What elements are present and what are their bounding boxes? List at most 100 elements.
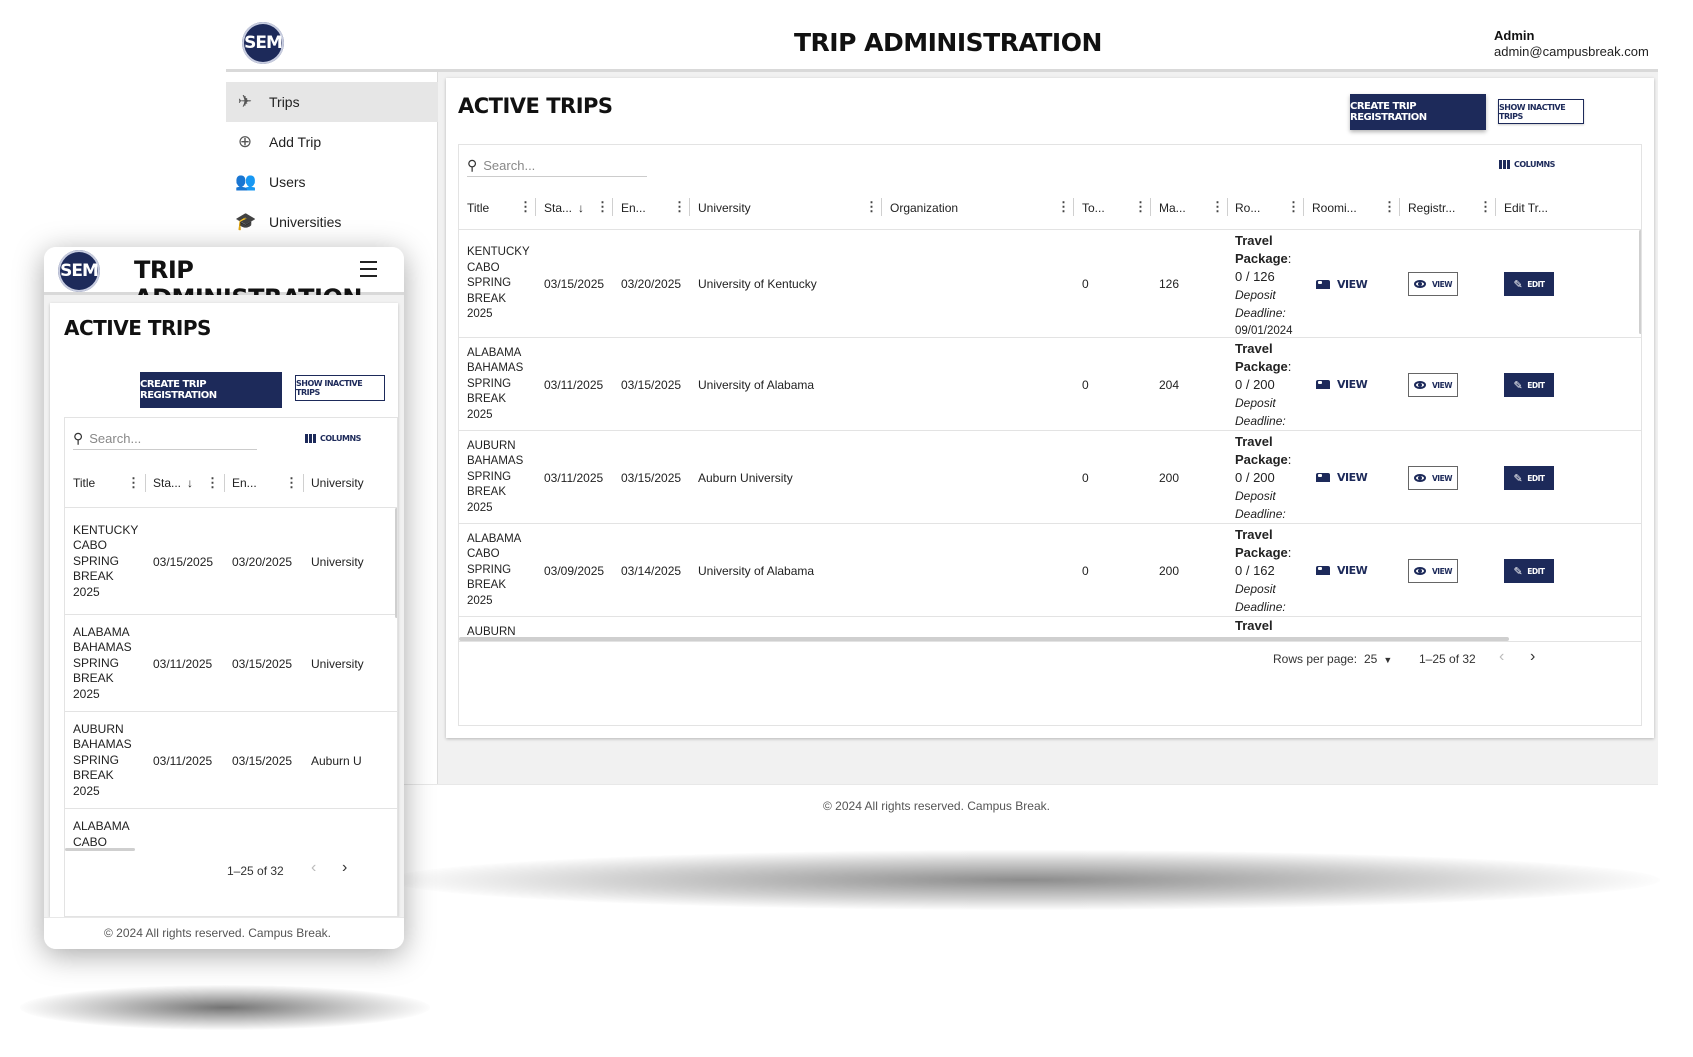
vertical-scrollbar[interactable] [395, 508, 397, 618]
sem-logo[interactable]: SEM [242, 22, 284, 64]
column-separator[interactable] [303, 474, 304, 492]
show-inactive-trips-button[interactable]: SHOW INACTIVE TRIPS [1498, 99, 1584, 124]
column-header-university[interactable]: University [698, 185, 751, 230]
column-separator[interactable] [881, 198, 882, 216]
column-separator[interactable] [145, 474, 146, 492]
column-menu-icon[interactable]: ⋮ [127, 475, 140, 491]
registration-view-button[interactable]: VIEW [1408, 466, 1458, 490]
column-menu-icon[interactable]: ⋮ [673, 199, 686, 215]
column-separator[interactable] [612, 198, 613, 216]
column-separator[interactable] [689, 198, 690, 216]
rooming-view-link[interactable]: VIEW [1316, 338, 1368, 431]
column-header-start[interactable]: Sta... ↓ [544, 185, 584, 230]
column-header-title[interactable]: Title [73, 458, 95, 508]
column-separator[interactable] [1303, 198, 1304, 216]
table-row[interactable]: AUBURN BAHAMAS SPRING BREAK 2025 03/11/2… [459, 431, 1641, 524]
column-separator[interactable] [1150, 198, 1151, 216]
grid-rows: KENTUCKY CABO SPRING BREAK 2025 03/15/20… [65, 508, 397, 848]
column-header-title[interactable]: Title [467, 185, 489, 230]
table-row[interactable]: ALABAMA BAHAMAS SPRING BREAK 2025 03/11/… [65, 615, 397, 712]
edit-trip-button[interactable]: ✎ EDIT [1504, 272, 1554, 296]
registration-view-button[interactable]: VIEW [1408, 559, 1458, 583]
column-header-registrations[interactable]: Registr... [1408, 185, 1455, 230]
cell-max: 200 [1159, 470, 1180, 485]
column-separator[interactable] [1495, 198, 1496, 216]
column-menu-icon[interactable]: ⋮ [1383, 199, 1396, 215]
edit-trip-button[interactable]: ✎ EDIT [1504, 559, 1554, 583]
grid-header-row: Title ⋮ Sta... ↓ ⋮ En... ⋮ University [65, 458, 397, 508]
sort-arrow-icon[interactable]: ↓ [187, 476, 193, 490]
next-page-icon[interactable]: › [342, 859, 347, 877]
table-row[interactable]: ALABAMA CABO SPRING BREAK 2025 03/09/202… [459, 524, 1641, 617]
column-separator[interactable] [1227, 198, 1228, 216]
table-row[interactable]: KENTUCKY CABO SPRING BREAK 2025 03/15/20… [459, 230, 1641, 338]
rooming-view-link[interactable]: VIEW [1316, 431, 1368, 524]
search-input[interactable]: ⚲ Search... [467, 155, 647, 177]
edit-trip-button[interactable]: ✎ EDIT [1504, 466, 1554, 490]
sem-logo[interactable]: SEM [58, 250, 100, 292]
column-menu-icon[interactable]: ⋮ [206, 475, 219, 491]
column-menu-icon[interactable]: ⋮ [865, 199, 878, 215]
table-row[interactable]: ALABAMA CABO [65, 809, 397, 848]
registration-view-button[interactable]: VIEW [1408, 373, 1458, 397]
column-header-max[interactable]: Ma... [1159, 185, 1186, 230]
column-header-end[interactable]: En... [621, 185, 646, 230]
column-menu-icon[interactable]: ⋮ [285, 475, 298, 491]
column-separator[interactable] [224, 474, 225, 492]
travel-label: Travel [1235, 233, 1273, 248]
sort-arrow-icon[interactable]: ↓ [578, 201, 584, 215]
column-menu-icon[interactable]: ⋮ [519, 199, 532, 215]
rows-per-page-select[interactable]: 25 ▼ [1364, 652, 1392, 666]
column-separator[interactable] [1399, 198, 1400, 216]
rooming-view-link[interactable]: VIEW [1316, 524, 1368, 617]
column-header-rooming[interactable]: Roomi... [1312, 185, 1357, 230]
column-separator[interactable] [535, 198, 536, 216]
vertical-scrollbar[interactable] [1639, 230, 1641, 334]
column-header-rooms[interactable]: Ro... [1235, 185, 1260, 230]
eye-icon [1414, 381, 1426, 389]
next-page-icon[interactable]: › [1530, 648, 1535, 666]
sidebar-item-users[interactable]: 👥 Users [226, 162, 438, 202]
previous-page-icon[interactable]: ‹ [311, 859, 316, 877]
edit-trip-button[interactable]: ✎ EDIT [1504, 373, 1554, 397]
table-row[interactable]: KENTUCKY CABO SPRING BREAK 2025 03/15/20… [65, 508, 397, 615]
column-menu-icon[interactable]: ⋮ [1287, 199, 1300, 215]
cell-travel-package: Travel Package: 0 / 162 Deposit Deadline… [1235, 526, 1307, 616]
school-icon: 🎓 [235, 212, 257, 231]
column-separator[interactable] [1073, 198, 1074, 216]
bed-icon [1316, 473, 1330, 482]
column-header-university[interactable]: University [311, 458, 364, 508]
table-row[interactable]: AUBURN BAHAMAS SPRING BREAK 2025 03/11/2… [65, 712, 397, 809]
column-menu-icon[interactable]: ⋮ [596, 199, 609, 215]
table-row[interactable]: ALABAMA BAHAMAS SPRING BREAK 2025 03/11/… [459, 338, 1641, 431]
column-menu-icon[interactable]: ⋮ [1057, 199, 1070, 215]
mobile-footer: © 2024 All rights reserved. Campus Break… [44, 917, 404, 949]
view-label: VIEW [1432, 473, 1453, 483]
sidebar-item-trips[interactable]: ✈ Trips [226, 82, 438, 122]
section-heading: ACTIVE TRIPS [64, 316, 211, 340]
column-menu-icon[interactable]: ⋮ [1479, 199, 1492, 215]
table-row[interactable]: AUBURN Travel [459, 617, 1641, 635]
hamburger-menu-icon[interactable] [360, 261, 378, 277]
show-inactive-trips-button[interactable]: SHOW INACTIVE TRIPS [295, 375, 385, 401]
search-input[interactable]: ⚲ Search... [73, 428, 257, 450]
column-header-start[interactable]: Sta... ↓ [153, 458, 193, 508]
column-menu-icon[interactable]: ⋮ [1211, 199, 1224, 215]
column-header-edit-trip[interactable]: Edit Tr... [1504, 185, 1548, 230]
column-header-end[interactable]: En... [232, 458, 257, 508]
create-trip-registration-button[interactable]: CREATE TRIP REGISTRATION [1350, 94, 1486, 130]
create-trip-registration-button[interactable]: CREATE TRIP REGISTRATION [140, 372, 282, 408]
previous-page-icon[interactable]: ‹ [1499, 648, 1504, 666]
sidebar-item-add-trip[interactable]: ⊕ Add Trip [226, 122, 438, 162]
page-title: TRIP ADMINISTRATION [794, 28, 1102, 57]
rooming-view-link[interactable]: VIEW [1316, 230, 1368, 338]
column-menu-icon[interactable]: ⋮ [1134, 199, 1147, 215]
registration-view-button[interactable]: VIEW [1408, 272, 1458, 296]
columns-button[interactable]: COLUMNS [305, 434, 361, 443]
sidebar-item-universities[interactable]: 🎓 Universities [226, 202, 438, 242]
cell-title: AUBURN [467, 626, 516, 635]
columns-button[interactable]: COLUMNS [1499, 160, 1555, 169]
column-header-organization[interactable]: Organization [890, 185, 958, 230]
column-header-total[interactable]: To... [1082, 185, 1105, 230]
horizontal-scrollbar[interactable] [65, 848, 135, 851]
